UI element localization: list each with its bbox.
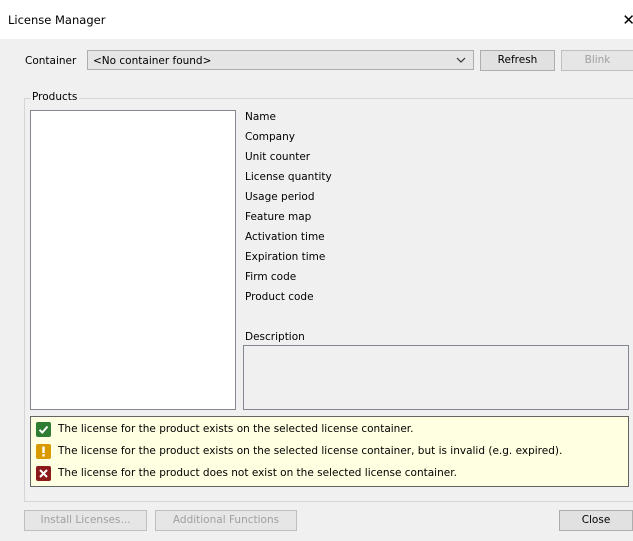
blink-button[interactable]: Blink: [561, 50, 633, 71]
field-feature-map-label: Feature map: [245, 211, 312, 223]
additional-functions-button[interactable]: Additional Functions: [155, 510, 297, 531]
refresh-button[interactable]: Refresh: [480, 50, 555, 71]
field-expiration-time-label: Expiration time: [245, 251, 326, 263]
field-activation-time-label: Activation time: [245, 231, 325, 243]
container-selected-value: <No container found>: [93, 55, 212, 67]
legend-invalid-text: The license for the product exists on th…: [58, 445, 563, 457]
field-firm-code-label: Firm code: [245, 271, 297, 283]
field-license-quantity-label: License quantity: [245, 171, 332, 183]
product-list[interactable]: [30, 110, 236, 410]
field-name-label: Name: [245, 111, 276, 123]
license-status-legend: The license for the product exists on th…: [30, 416, 629, 487]
install-licenses-button[interactable]: Install Licenses...: [24, 510, 147, 531]
close-button[interactable]: Close: [559, 510, 633, 531]
container-label: Container: [25, 55, 77, 67]
close-icon[interactable]: ✕: [622, 11, 633, 29]
check-icon: [36, 422, 51, 437]
description-box: [243, 345, 629, 410]
warning-icon: [36, 444, 51, 459]
field-company-label: Company: [245, 131, 295, 143]
field-product-code-label: Product code: [245, 291, 314, 303]
description-label: Description: [245, 331, 305, 343]
field-usage-period-label: Usage period: [245, 191, 315, 203]
products-group-title: Products: [30, 91, 80, 103]
window-title: License Manager: [8, 13, 106, 27]
legend-missing-text: The license for the product does not exi…: [58, 467, 457, 479]
field-unit-counter-label: Unit counter: [245, 151, 311, 163]
container-dropdown[interactable]: <No container found>: [87, 50, 474, 70]
legend-valid-text: The license for the product exists on th…: [58, 423, 414, 435]
title-bar: License Manager ✕: [0, 0, 633, 39]
error-icon: [36, 466, 51, 481]
chevron-down-icon: [455, 53, 467, 70]
